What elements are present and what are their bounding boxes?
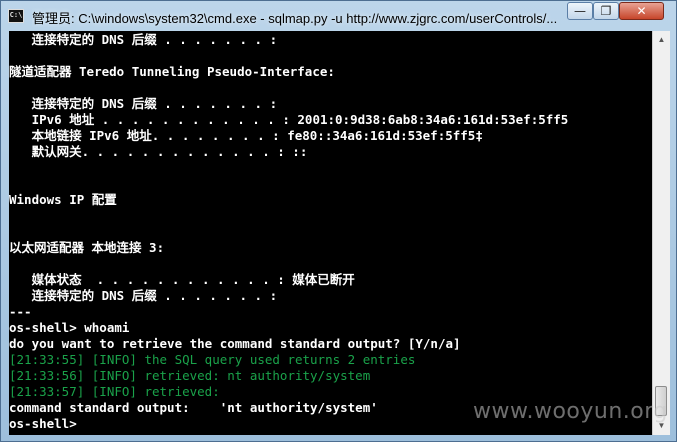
minimize-button[interactable]: — — [567, 2, 593, 20]
title-bar[interactable]: C:\ 管理员: C:\windows\system32\cmd.exe - s… — [1, 1, 676, 31]
console-line: Windows IP 配置 — [9, 192, 117, 207]
window-title: 管理员: C:\windows\system32\cmd.exe - sqlma… — [32, 11, 558, 26]
console-line: 默认网关. . . . . . . . . . . . . : :: — [9, 144, 308, 159]
scroll-up-arrow-icon[interactable]: ▲ — [654, 32, 669, 48]
console-line: [21:33:56] [INFO] retrieved: nt authorit… — [9, 368, 371, 383]
console-line: do you want to retrieve the command stan… — [9, 336, 461, 351]
console-line: [21:33:57] [INFO] retrieved: — [9, 384, 220, 399]
console-line: --- — [9, 304, 32, 319]
maximize-button[interactable]: ❐ — [593, 2, 619, 20]
console-line: command standard output: 'nt authority/s… — [9, 400, 378, 415]
cmd-icon[interactable]: C:\ — [8, 9, 24, 23]
close-button[interactable]: ✕ — [619, 2, 664, 20]
console-line: 连接特定的 DNS 后缀 . . . . . . . : — [9, 32, 278, 47]
console-line: 连接特定的 DNS 后缀 . . . . . . . : — [9, 288, 278, 303]
console-output[interactable]: 连接特定的 DNS 后缀 . . . . . . . : 隧道适配器 Teredo… — [9, 31, 652, 435]
cmd-window: C:\ 管理员: C:\windows\system32\cmd.exe - s… — [0, 0, 677, 442]
vertical-scrollbar[interactable]: ▲ ▼ — [652, 31, 670, 435]
watermark: www.wooyun.org — [473, 399, 668, 424]
console-line: os-shell> whoami — [9, 320, 130, 335]
console-line: 以太网适配器 本地连接 3: — [9, 240, 165, 255]
console-line: 媒体状态 . . . . . . . . . . . . : 媒体已断开 — [9, 272, 355, 287]
console-line: 隧道适配器 Teredo Tunneling Pseudo-Interface: — [9, 64, 335, 79]
console-line: IPv6 地址 . . . . . . . . . . . . : 2001:0… — [9, 112, 569, 127]
console-line: 本地链接 IPv6 地址. . . . . . . . : fe80::34a6… — [9, 128, 483, 143]
console-line: [21:33:55] [INFO] the SQL query used ret… — [9, 352, 416, 367]
console-line: os-shell> — [9, 416, 77, 431]
console-line: 连接特定的 DNS 后缀 . . . . . . . : — [9, 96, 278, 111]
